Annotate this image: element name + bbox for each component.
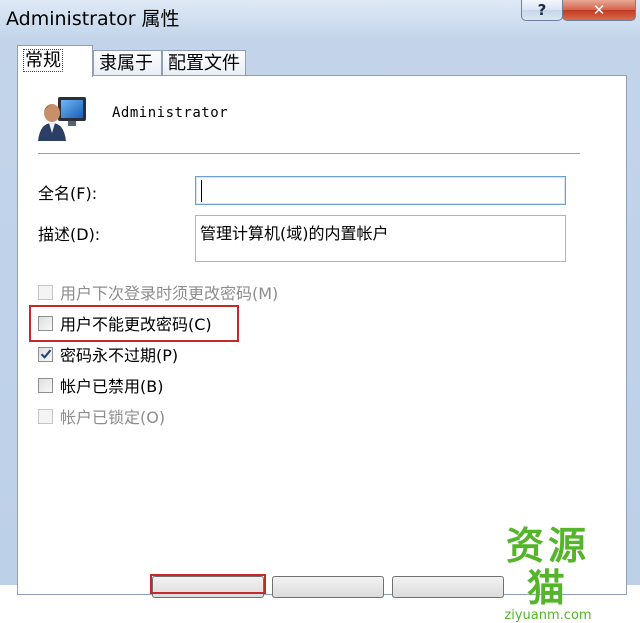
option-cannot-change-password-label: 用户不能更改密码(C) [60,315,212,334]
option-account-locked[interactable]: 帐户已锁定(O) [38,405,165,427]
description-value: 管理计算机(域)的内置帐户 [200,224,389,243]
username: Administrator [112,105,229,121]
user-account-icon [38,97,86,141]
option-must-change-password-label: 用户下次登录时须更改密码(M) [60,284,279,303]
tab-profile[interactable]: 配置文件 [162,50,246,75]
tab-member-of[interactable]: 隶属于 [93,50,162,75]
checkmark-icon [40,349,51,359]
cancel-button[interactable] [272,576,384,598]
option-must-change-password[interactable]: 用户下次登录时须更改密码(M) [38,281,278,303]
ok-highlight-box [150,574,266,594]
title-bar[interactable]: Administrator 属性 ? ✕ [0,0,640,34]
text-caret [201,180,202,202]
window-title: Administrator 属性 [6,8,180,30]
watermark-text-en: ziyuanm.com [504,608,592,623]
help-icon: ? [537,1,547,19]
description-field[interactable]: 管理计算机(域)的内置帐户 [195,215,566,262]
option-password-never-expires-label: 密码永不过期(P) [60,346,179,365]
help-button[interactable]: ? [521,0,563,21]
fullname-field[interactable] [195,176,566,205]
checkbox-cannot-change-password[interactable] [38,315,53,331]
checkbox-must-change-password[interactable] [38,284,53,300]
close-button[interactable]: ✕ [562,0,636,21]
option-password-never-expires[interactable]: 密码永不过期(P) [38,343,178,365]
option-cannot-change-password[interactable]: 用户不能更改密码(C) [38,312,212,334]
description-label: 描述(D): [38,225,101,244]
tab-general-label: 常规 [23,49,63,72]
separator [38,153,580,155]
checkbox-account-disabled[interactable] [38,377,53,393]
properties-dialog: Administrator 属性 ? ✕ 常规 隶属于 配置文件 Adminis… [0,0,640,623]
fullname-label: 全名(F): [38,184,98,203]
checkbox-password-never-expires[interactable] [38,346,53,362]
checkbox-account-locked[interactable] [38,408,53,424]
watermark-logo: 资源猫 ziyuanm.com [488,525,608,623]
tab-profile-label: 配置文件 [168,53,240,74]
option-account-disabled[interactable]: 帐户已禁用(B) [38,374,163,396]
tab-general[interactable]: 常规 [17,45,93,77]
tab-member-of-label: 隶属于 [99,53,153,74]
option-account-locked-label: 帐户已锁定(O) [60,408,166,427]
watermark-text-cn: 资源猫 [505,524,590,610]
option-account-disabled-label: 帐户已禁用(B) [60,377,164,396]
close-icon: ✕ [592,1,606,19]
